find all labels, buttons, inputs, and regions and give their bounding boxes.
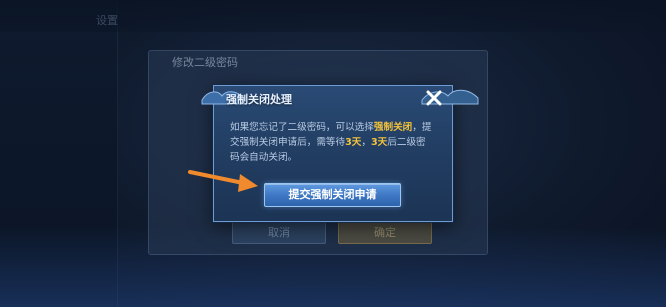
close-icon[interactable] [424, 88, 444, 108]
cancel-button[interactable]: 取消 [232, 220, 326, 244]
message-text-3: ， [361, 137, 371, 148]
highlight-days-2: 3天 [371, 137, 388, 148]
dialog-title: 强制关闭处理 [226, 93, 292, 106]
highlight-force-close: 强制关闭 [373, 122, 413, 133]
confirm-button[interactable]: 确定 [338, 220, 432, 244]
dialog-message: 如果您忘记了二级密码，可以选择强制关闭，提交强制关闭申请后，需等待3天，3天后二… [230, 120, 435, 165]
message-text-1: 如果您忘记了二级密码，可以选择 [230, 122, 374, 133]
arrow-pointer-icon [188, 170, 258, 192]
highlight-days-1: 3天 [345, 137, 362, 148]
change-password-title: 修改二级密码 [172, 56, 238, 69]
submit-force-close-button[interactable]: 提交强制关闭申请 [264, 183, 401, 207]
background-top-text: 设置 [96, 14, 118, 27]
